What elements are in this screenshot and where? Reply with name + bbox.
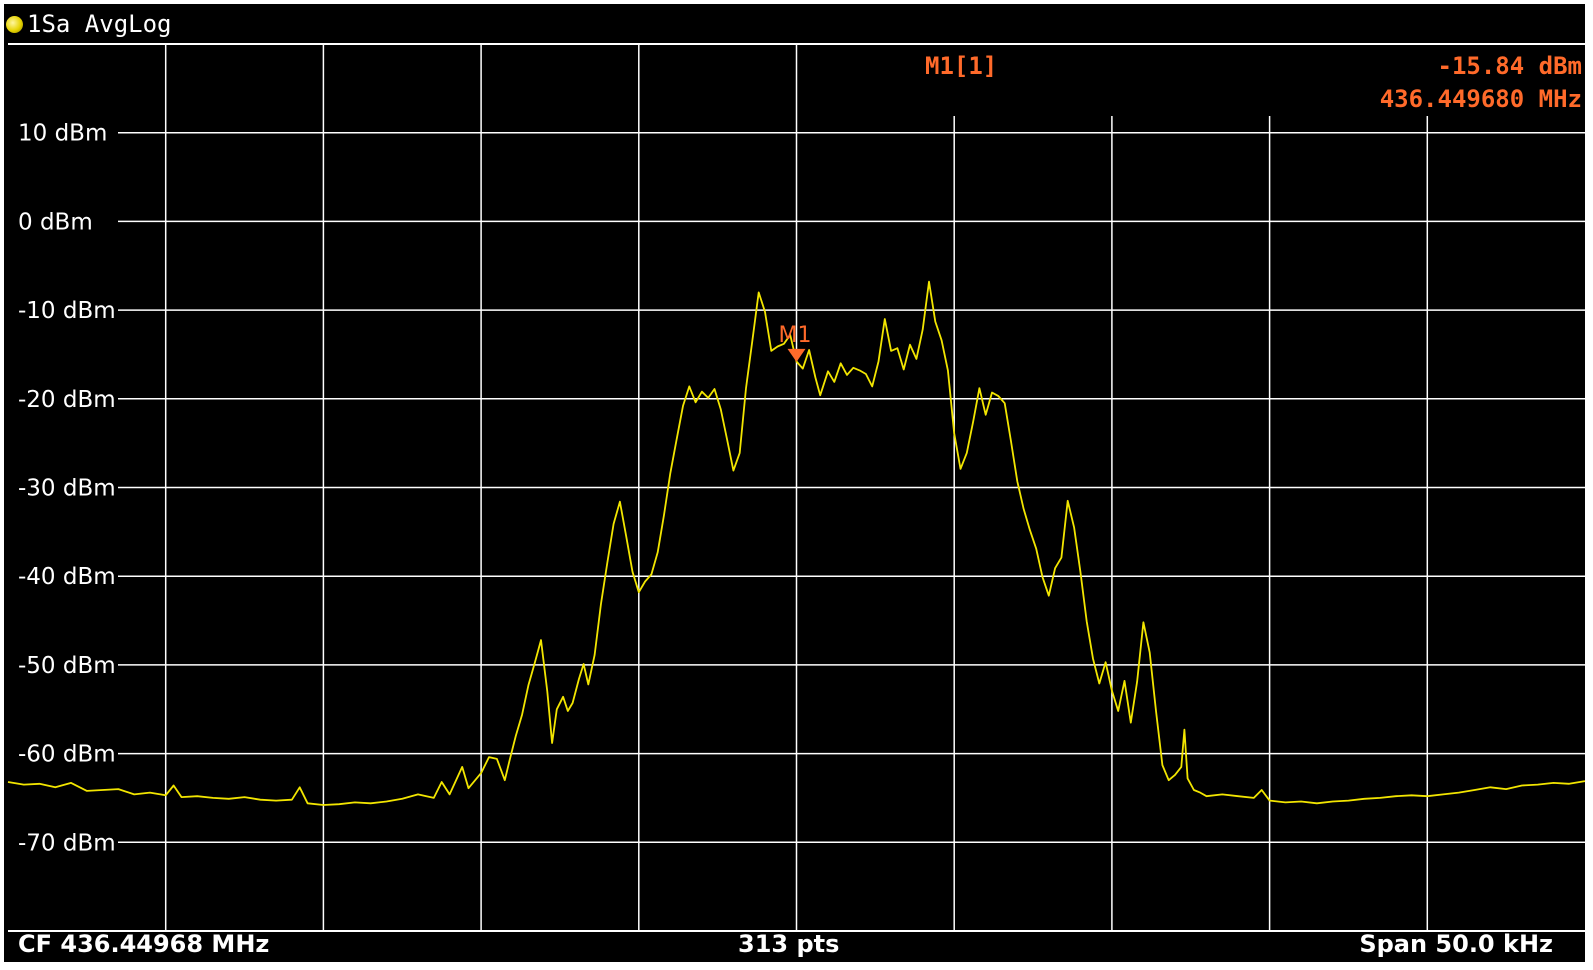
marker-name: M1[1]: [925, 52, 997, 80]
center-frequency: CF 436.44968 MHz: [18, 930, 270, 958]
y-tick-label: 0 dBm: [18, 209, 93, 235]
y-axis-labels: 10 dBm 0 dBm -10 dBm -20 dBm -30 dBm -40 dBm -…: [18, 121, 116, 857]
trace-label: 1Sa AvgLog: [27, 10, 172, 38]
span: Span 50.0 kHz: [1359, 930, 1553, 958]
y-tick-label: 10 dBm: [18, 121, 107, 147]
y-tick-label: -30 dBm: [18, 476, 116, 502]
marker-frequency: 436.449680 MHz: [1380, 85, 1582, 113]
y-tick-label: -70 dBm: [18, 830, 116, 856]
y-tick-label: -40 dBm: [18, 564, 116, 590]
marker-info: M1[1] -15.84 dBm 436.449680 MHz: [925, 45, 1584, 115]
y-tick-label: -10 dBm: [18, 298, 116, 324]
marker-triangle-icon: [787, 348, 806, 362]
y-tick-label: -20 dBm: [18, 387, 116, 413]
y-tick-label: -60 dBm: [18, 742, 116, 768]
marker-flag-label: M1: [779, 323, 812, 348]
y-tick-label: -50 dBm: [18, 653, 116, 679]
marker-level: -15.84 dBm: [1438, 52, 1583, 80]
spectrum-plot: 10 dBm 0 dBm -10 dBm -20 dBm -30 dBm -40 dBm -…: [7, 43, 1586, 932]
trace-indicator-icon: [6, 15, 23, 33]
trace-header: 1Sa AvgLog: [6, 6, 172, 42]
point-count: 313 pts: [738, 930, 840, 958]
